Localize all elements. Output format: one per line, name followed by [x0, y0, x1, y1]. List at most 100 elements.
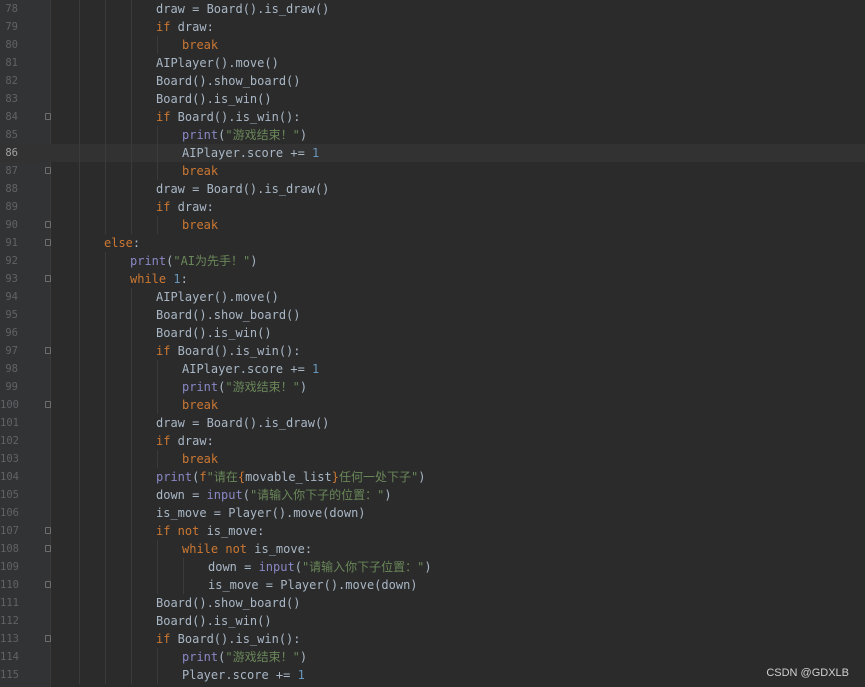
indent-guide [105, 324, 106, 342]
code-line[interactable]: 97 if Board().is_win(): [0, 342, 865, 360]
code-line[interactable]: 106 is_move = Player().move(down) [0, 504, 865, 522]
fold-marker-icon[interactable] [45, 635, 51, 642]
code-text[interactable]: break [182, 162, 218, 180]
code-editor[interactable]: 78 draw = Board().is_draw() 79 if draw: 80 br… [0, 0, 865, 687]
code-text[interactable]: if Board().is_win(): [156, 108, 301, 126]
code-line[interactable]: 114 print("游戏结束！") [0, 648, 865, 666]
code-line[interactable]: 80 break [0, 36, 865, 54]
code-text[interactable]: AIPlayer.score += 1 [182, 144, 319, 162]
code-line[interactable]: 86 AIPlayer.score += 1 [0, 144, 865, 162]
code-line[interactable]: 100 break [0, 396, 865, 414]
code-line[interactable]: 89 if draw: [0, 198, 865, 216]
code-text[interactable]: if Board().is_win(): [156, 630, 301, 648]
indent-guide [79, 648, 80, 666]
code-line[interactable]: 99 print("游戏结束！") [0, 378, 865, 396]
code-line[interactable]: 112 Board().is_win() [0, 612, 865, 630]
indent-guide [105, 576, 106, 594]
code-line[interactable]: 92 print("AI为先手！") [0, 252, 865, 270]
code-text[interactable]: if not is_move: [156, 522, 264, 540]
code-text[interactable]: is_move = Player().move(down) [156, 504, 366, 522]
fold-marker-icon[interactable] [45, 275, 51, 282]
code-line[interactable]: 87 break [0, 162, 865, 180]
indent-guide [157, 450, 158, 468]
code-line[interactable]: 93 while 1: [0, 270, 865, 288]
code-text[interactable]: while 1: [130, 270, 188, 288]
code-text[interactable]: while not is_move: [182, 540, 312, 558]
code-text[interactable]: AIPlayer().move() [156, 54, 279, 72]
code-line[interactable]: 98 AIPlayer.score += 1 [0, 360, 865, 378]
code-text[interactable]: break [182, 396, 218, 414]
code-line[interactable]: 101 draw = Board().is_draw() [0, 414, 865, 432]
code-text[interactable]: if draw: [156, 198, 214, 216]
fold-marker-icon[interactable] [45, 545, 51, 552]
code-line[interactable]: 79 if draw: [0, 18, 865, 36]
code-line[interactable]: 102 if draw: [0, 432, 865, 450]
fold-marker-icon[interactable] [45, 113, 51, 120]
code-text[interactable]: Board().show_board() [156, 72, 301, 90]
code-line[interactable]: 81 AIPlayer().move() [0, 54, 865, 72]
code-token: print [130, 254, 167, 268]
indent-guide [105, 54, 106, 72]
code-text[interactable]: else: [104, 234, 140, 252]
code-text[interactable]: AIPlayer().move() [156, 288, 279, 306]
code-line[interactable]: 95 Board().show_board() [0, 306, 865, 324]
fold-marker-icon[interactable] [45, 581, 51, 588]
code-text[interactable]: break [182, 450, 218, 468]
code-text[interactable]: Board().is_win() [156, 90, 272, 108]
fold-marker-icon[interactable] [45, 401, 51, 408]
code-line[interactable]: 88 draw = Board().is_draw() [0, 180, 865, 198]
fold-marker-icon[interactable] [45, 527, 51, 534]
code-text[interactable]: print("AI为先手！") [130, 252, 258, 270]
indent-guide [131, 414, 132, 432]
code-line[interactable]: 84 if Board().is_win(): [0, 108, 865, 126]
code-line[interactable]: 90 break [0, 216, 865, 234]
code-text[interactable]: draw = Board().is_draw() [156, 180, 329, 198]
code-line[interactable]: 96 Board().is_win() [0, 324, 865, 342]
code-text[interactable]: if Board().is_win(): [156, 342, 301, 360]
code-line[interactable]: 78 draw = Board().is_draw() [0, 0, 865, 18]
code-token: ) [418, 470, 426, 484]
code-text[interactable]: print("游戏结束！") [182, 648, 307, 666]
fold-marker-icon[interactable] [45, 221, 51, 228]
code-line[interactable]: 104 print(f"请在{movable_list}任何一处下子") [0, 468, 865, 486]
code-line[interactable]: 105 down = input("请输入你下子的位置：") [0, 486, 865, 504]
code-text[interactable]: down = input("请输入你下子位置：") [208, 558, 432, 576]
indent-guide [131, 450, 132, 468]
code-line[interactable]: 85 print("游戏结束！") [0, 126, 865, 144]
code-text[interactable]: Board().show_board() [156, 594, 301, 612]
code-line[interactable]: 94 AIPlayer().move() [0, 288, 865, 306]
code-text[interactable]: if draw: [156, 18, 214, 36]
fold-marker-icon[interactable] [45, 239, 51, 246]
code-line[interactable]: 109 down = input("请输入你下子位置：") [0, 558, 865, 576]
code-text[interactable]: draw = Board().is_draw() [156, 0, 329, 18]
fold-marker-icon[interactable] [45, 167, 51, 174]
code-line[interactable]: 103 break [0, 450, 865, 468]
fold-marker-icon[interactable] [45, 347, 51, 354]
code-text[interactable]: break [182, 36, 218, 54]
code-text[interactable]: is_move = Player().move(down) [208, 576, 418, 594]
code-text[interactable]: Board().show_board() [156, 306, 301, 324]
code-line[interactable]: 83 Board().is_win() [0, 90, 865, 108]
code-line[interactable]: 111 Board().show_board() [0, 594, 865, 612]
code-line[interactable]: 115 Player.score += 1 [0, 666, 865, 684]
code-line[interactable]: 91 else: [0, 234, 865, 252]
code-text[interactable]: if draw: [156, 432, 214, 450]
code-text[interactable]: print("游戏结束！") [182, 126, 307, 144]
indent-guide [105, 504, 106, 522]
code-text[interactable]: break [182, 216, 218, 234]
code-text[interactable]: draw = Board().is_draw() [156, 414, 329, 432]
code-text[interactable]: print(f"请在{movable_list}任何一处下子") [156, 468, 425, 486]
code-line[interactable]: 107 if not is_move: [0, 522, 865, 540]
code-line[interactable]: 108 while not is_move: [0, 540, 865, 558]
indent-guide [79, 414, 80, 432]
code-line[interactable]: 110 is_move = Player().move(down) [0, 576, 865, 594]
code-token: else [104, 236, 133, 250]
code-text[interactable]: print("游戏结束！") [182, 378, 307, 396]
code-line[interactable]: 82 Board().show_board() [0, 72, 865, 90]
code-text[interactable]: down = input("请输入你下子的位置：") [156, 486, 392, 504]
code-text[interactable]: Board().is_win() [156, 612, 272, 630]
code-text[interactable]: Player.score += 1 [182, 666, 305, 684]
code-line[interactable]: 113 if Board().is_win(): [0, 630, 865, 648]
code-text[interactable]: Board().is_win() [156, 324, 272, 342]
code-text[interactable]: AIPlayer.score += 1 [182, 360, 319, 378]
